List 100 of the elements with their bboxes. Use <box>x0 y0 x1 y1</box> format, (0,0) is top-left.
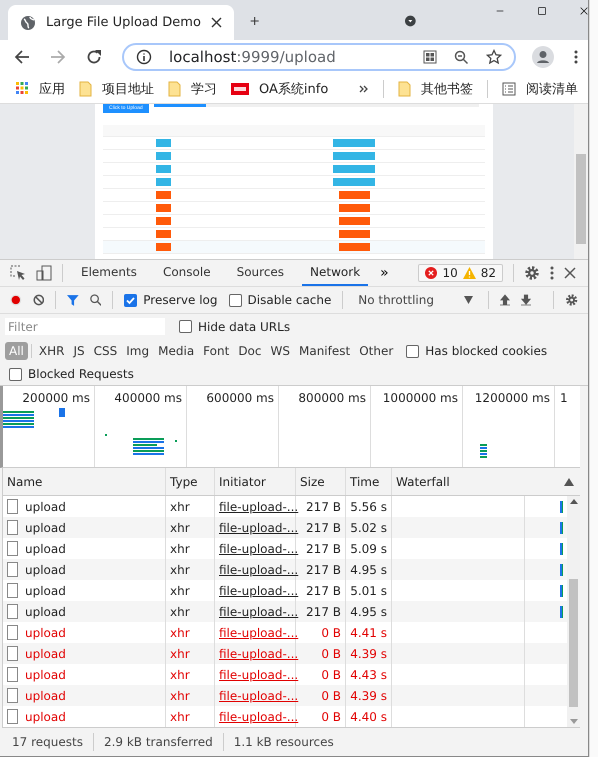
devtools-tab[interactable]: Elements <box>73 260 145 286</box>
scroll-up-icon[interactable] <box>570 499 578 504</box>
column-header[interactable]: Time <box>346 468 392 495</box>
initiator-link[interactable]: file-upload-... <box>219 710 298 724</box>
preserve-log-checkbox[interactable]: Preserve log <box>124 293 218 307</box>
file-icon <box>7 625 18 640</box>
request-name[interactable]: upload <box>25 542 66 556</box>
globe-icon <box>20 14 36 30</box>
bookmark[interactable]: OA系统info <box>231 80 328 98</box>
tick-label: 1200000 ms <box>474 391 550 405</box>
type-filter-button[interactable]: XHR <box>34 342 68 360</box>
type-filter-button[interactable]: Manifest <box>294 342 354 360</box>
devtools-tab[interactable]: Console <box>154 260 219 286</box>
more-bookmarks-icon[interactable] <box>359 84 369 94</box>
request-name[interactable]: upload <box>25 710 66 724</box>
initiator-link[interactable]: file-upload-... <box>219 688 298 702</box>
issues-counter[interactable]: 10 82 <box>418 264 503 282</box>
bookmark[interactable]: 其他书签 <box>398 80 473 98</box>
settings-icon[interactable] <box>564 292 578 308</box>
request-name[interactable]: upload <box>25 646 66 660</box>
avatar-icon[interactable] <box>532 46 554 68</box>
new-tab-icon[interactable] <box>250 14 260 28</box>
request-name[interactable]: upload <box>25 688 66 702</box>
type-filter-button[interactable]: Other <box>355 342 398 360</box>
address-bar[interactable]: localhost:9999/upload <box>122 43 516 71</box>
back-icon[interactable] <box>14 49 30 65</box>
hide-data-urls-checkbox[interactable]: Hide data URLs <box>179 320 290 334</box>
disable-cache-checkbox[interactable]: Disable cache <box>228 293 332 307</box>
close-icon[interactable] <box>210 17 222 28</box>
status-text: 2.9 kB transferred <box>104 735 213 749</box>
reload-icon[interactable] <box>86 49 102 65</box>
maximize-icon[interactable] <box>538 5 546 17</box>
file-icon <box>7 520 18 535</box>
initiator-link[interactable]: file-upload-... <box>219 520 298 534</box>
scrollbar[interactable] <box>567 496 580 727</box>
bookmark[interactable]: 学习 <box>168 80 217 98</box>
close-icon[interactable] <box>580 5 588 17</box>
star-icon[interactable] <box>486 49 502 65</box>
record-icon[interactable] <box>10 293 22 307</box>
devtools-tab[interactable]: Network <box>302 260 368 286</box>
tick-label: 600000 ms <box>206 391 274 405</box>
browser-tab[interactable]: Large File Upload Demo <box>8 5 234 40</box>
more-tabs-button[interactable]: » <box>378 265 391 281</box>
tick-label: 1 <box>560 391 568 405</box>
filter-icon[interactable] <box>67 294 79 306</box>
initiator-link[interactable]: file-upload-... <box>219 646 298 660</box>
type-filter-button[interactable]: Img <box>122 342 154 360</box>
column-header[interactable]: Waterfall <box>392 468 580 495</box>
scrollbar[interactable] <box>574 104 588 259</box>
bookmark[interactable]: 应用 <box>16 80 65 98</box>
blocked-requests-checkbox[interactable]: Blocked Requests <box>9 367 134 381</box>
menu-icon[interactable] <box>550 266 554 280</box>
reading-list[interactable]: 阅读清单 <box>502 80 578 98</box>
table-cell: 0 B <box>296 685 346 706</box>
message-tag <box>333 139 375 147</box>
initiator-link[interactable]: file-upload-... <box>219 604 298 618</box>
column-header[interactable]: Size <box>296 468 346 495</box>
search-icon[interactable] <box>90 293 102 307</box>
menu-icon[interactable] <box>574 50 578 64</box>
type-filter-button[interactable]: Doc <box>234 342 266 360</box>
blocked-cookies-checkbox[interactable]: Has blocked cookies <box>406 344 548 358</box>
message-tag <box>333 152 375 160</box>
inspect-icon[interactable] <box>10 265 26 281</box>
type-filter-button[interactable]: Font <box>199 342 234 360</box>
zoom-out-icon[interactable] <box>454 50 469 64</box>
type-filter-button[interactable]: CSS <box>90 342 122 360</box>
timeline-bars-drawing <box>480 444 487 458</box>
close-icon[interactable] <box>564 267 576 279</box>
dropdown-icon[interactable] <box>405 13 416 29</box>
column-header[interactable]: Name <box>3 468 166 495</box>
column-header[interactable]: Type <box>166 468 215 495</box>
timeline-overview[interactable]: 200000 ms 400000 ms 600000 ms 800000 ms 1000000 ms 1200000 ms 1 <box>0 386 580 468</box>
filter-field[interactable]: Filter <box>5 318 165 335</box>
request-name[interactable]: upload <box>25 668 66 682</box>
device-toolbar-icon[interactable] <box>36 265 52 281</box>
bookmark[interactable]: 项目地址 <box>79 80 154 98</box>
request-name[interactable]: upload <box>25 500 66 514</box>
clear-icon[interactable] <box>32 293 44 307</box>
request-name[interactable]: upload <box>25 584 66 598</box>
request-name[interactable]: upload <box>25 562 66 576</box>
qr-code-icon[interactable] <box>423 50 437 64</box>
request-name[interactable]: upload <box>25 604 66 618</box>
type-filter-button[interactable]: JS <box>69 342 89 360</box>
settings-icon[interactable] <box>524 265 540 281</box>
initiator-link[interactable]: file-upload-... <box>219 584 298 598</box>
initiator-link[interactable]: file-upload-... <box>219 500 298 514</box>
sort-icon[interactable] <box>564 478 574 486</box>
initiator-link[interactable]: file-upload-... <box>219 668 298 682</box>
type-filter-button[interactable]: WS <box>266 342 294 360</box>
upload-icon[interactable] <box>500 293 510 307</box>
initiator-link[interactable]: file-upload-... <box>219 542 298 556</box>
initiator-link[interactable]: file-upload-... <box>219 626 298 640</box>
devtools-tab[interactable]: Sources <box>228 260 292 286</box>
request-name[interactable]: upload <box>25 520 66 534</box>
column-header[interactable]: Initiator <box>215 468 296 495</box>
throttling-dropdown[interactable]: No throttling <box>354 293 477 307</box>
request-name[interactable]: upload <box>25 626 66 640</box>
download-icon[interactable] <box>520 293 531 307</box>
type-filter-button[interactable]: Media <box>154 342 198 360</box>
initiator-link[interactable]: file-upload-... <box>219 562 298 576</box>
